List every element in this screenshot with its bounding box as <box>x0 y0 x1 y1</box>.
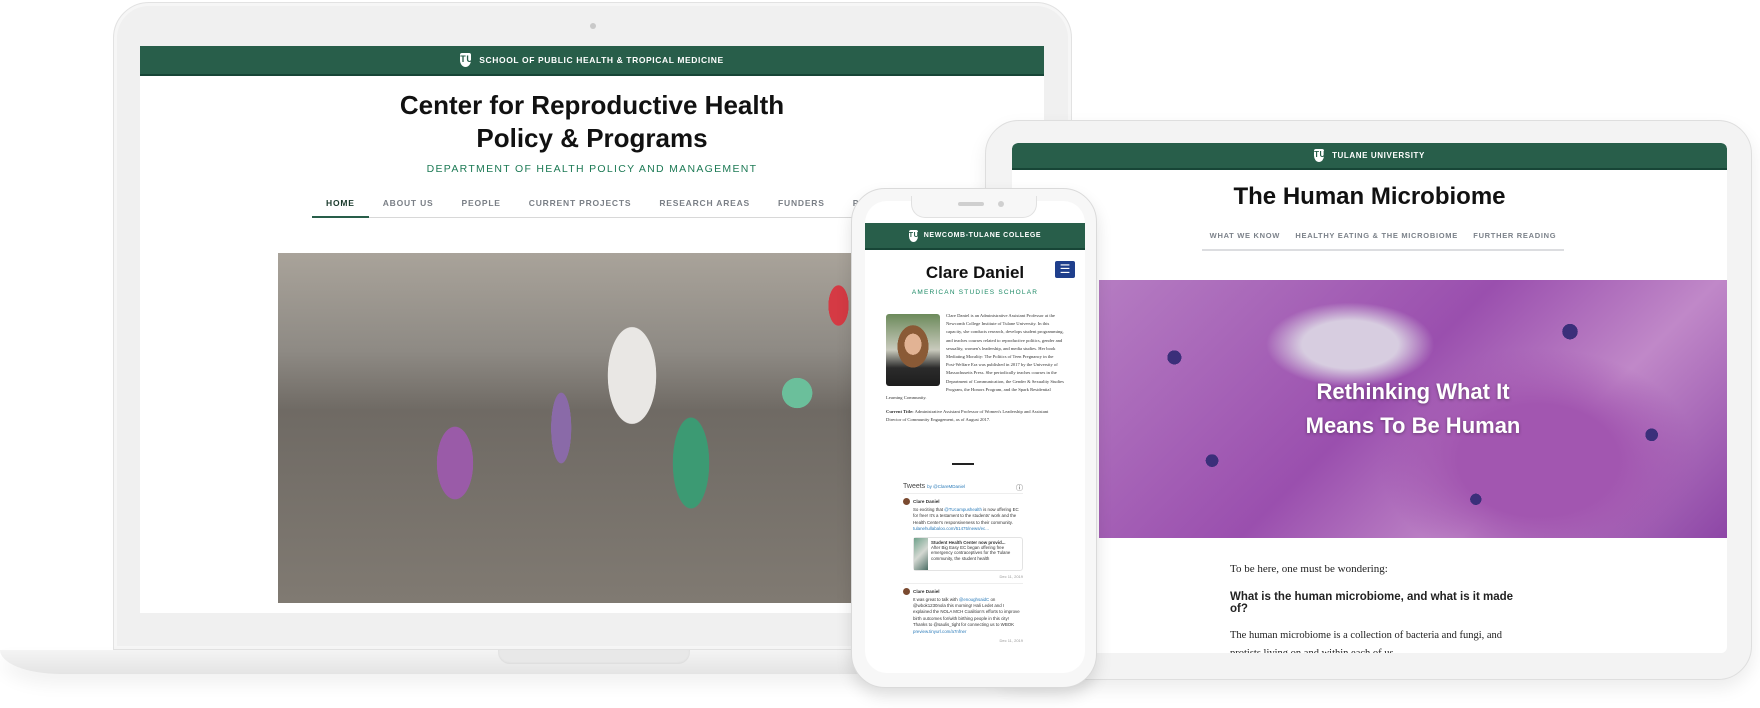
nav-about-us[interactable]: ABOUT US <box>368 198 448 218</box>
twitter-timeline: Tweets by @ClareMDaniel ⓘ Clare Daniel S… <box>903 483 1023 647</box>
current-title: Current Title: Administrative Assistant … <box>886 408 1064 424</box>
phone-site-topbar[interactable]: TU NEWCOMB-TULANE COLLEGE <box>865 223 1085 250</box>
page-title-line-1: Center for Reproductive Health <box>399 90 785 120</box>
phone-speaker <box>958 202 984 206</box>
nav-current-projects[interactable]: CURRENT PROJECTS <box>514 198 646 218</box>
college-name[interactable]: NEWCOMB-TULANE COLLEGE <box>924 232 1041 239</box>
nav-what-we-know[interactable]: WHAT WE KNOW <box>1210 231 1280 240</box>
tweet-text-part: It was great to talk with <box>913 596 959 602</box>
tweet-author: Clare Daniel <box>903 587 1023 595</box>
hero-heading-line-1: Rethinking What It <box>1316 379 1510 404</box>
answer-text: The human microbiome is a collection of … <box>1230 630 1503 653</box>
nav-home[interactable]: HOME <box>312 198 369 218</box>
tablet-screen: TU TULANE UNIVERSITY The Human Microbiom… <box>1012 143 1727 653</box>
page-title: Center for Reproductive Health Policy & … <box>140 89 1044 155</box>
page-title-line-2: Policy & Programs <box>476 123 708 153</box>
tweet-mention-link[interactable]: @TUcampushealth <box>944 507 982 512</box>
tweet-mention-link[interactable]: @enoughsaidC <box>959 597 989 602</box>
nav-further-reading[interactable]: FURTHER READING <box>1473 231 1556 240</box>
university-name[interactable]: TULANE UNIVERSITY <box>1332 151 1425 160</box>
laptop-site-topbar[interactable]: TU SCHOOL OF PUBLIC HEALTH & TROPICAL ME… <box>140 46 1044 76</box>
phone-screen: TU NEWCOMB-TULANE COLLEGE ☰ Clare Daniel… <box>865 201 1085 673</box>
info-icon[interactable]: ⓘ <box>1016 483 1023 493</box>
phone-notch <box>911 196 1037 218</box>
section-divider <box>952 463 974 465</box>
tweet-user-name: Clare Daniel <box>913 499 940 504</box>
profile-name: Clare Daniel <box>925 263 1025 282</box>
nav-research-areas[interactable]: RESEARCH AREAS <box>645 198 765 218</box>
tulane-shield-icon: TU <box>460 53 473 67</box>
profile-role: AMERICAN STUDIES SCHOLAR <box>911 289 1039 296</box>
tulane-shield-icon: TU <box>1314 149 1325 162</box>
article-body: To be here, one must be wondering: What … <box>1230 563 1530 653</box>
hero-heading-line-2: Means To Be Human <box>1305 413 1521 438</box>
current-title-label: Current Title: <box>886 409 914 415</box>
tulane-shield-icon: TU <box>908 229 919 242</box>
tweets-by-link[interactable]: by @ClareMDaniel <box>927 484 965 489</box>
nav-healthy-eating[interactable]: HEALTHY EATING & THE MICROBIOME <box>1295 231 1458 240</box>
laptop-camera <box>590 23 596 29</box>
tweet-text-part: So exciting that <box>913 507 945 512</box>
tweet-url-link[interactable]: tulanehullabaloo.com/51475/news/ec... <box>913 526 989 531</box>
question-heading: What is the human microbiome, and what i… <box>1230 591 1514 615</box>
department-subtitle: DEPARTMENT OF HEALTH POLICY AND MANAGEME… <box>426 163 758 175</box>
tweet-text: So exciting that @TUcampushealth is now … <box>913 507 1023 533</box>
microbiome-nav: WHAT WE KNOW HEALTHY EATING & THE MICROB… <box>1202 231 1564 251</box>
tablet-site-topbar[interactable]: TU TULANE UNIVERSITY <box>1012 143 1727 170</box>
intro-text: To be here, one must be wondering: <box>1230 563 1388 575</box>
tweet-user-name: Clare Daniel <box>913 588 940 594</box>
tweet-link-card[interactable]: Student Health Center now provid... Afte… <box>913 536 1023 571</box>
card-info: Student Health Center now provid... Afte… <box>928 538 1022 570</box>
card-text: After Big Easy EC began offering free em… <box>931 545 1011 561</box>
phone-camera <box>998 201 1004 207</box>
photo-spacer <box>886 312 946 389</box>
tweet-author: Clare Daniel <box>903 498 1023 505</box>
nav-people[interactable]: PEOPLE <box>447 198 515 218</box>
microbiome-title: The Human Microbiome <box>1233 183 1506 210</box>
laptop-opening-notch <box>498 650 690 664</box>
tweets-header: Tweets by @ClareMDaniel ⓘ <box>903 483 1023 493</box>
avatar <box>903 587 910 595</box>
hero-photo <box>278 253 868 603</box>
tweet-date[interactable]: Dec 11, 2019 <box>903 574 1024 579</box>
tweet-date[interactable]: Dec 11, 2019 <box>903 638 1024 643</box>
profile-bio: Clare Daniel is an Administrative Assist… <box>886 312 1064 425</box>
hero-heading: Rethinking What It Means To Be Human <box>1306 375 1521 443</box>
nav-funders[interactable]: FUNDERS <box>764 198 839 218</box>
microbiome-hero-image: Rethinking What It Means To Be Human <box>1099 280 1727 538</box>
school-name[interactable]: SCHOOL OF PUBLIC HEALTH & TROPICAL MEDIC… <box>479 55 723 65</box>
avatar <box>903 498 910 505</box>
tweets-title: Tweets <box>903 483 926 490</box>
card-thumbnail <box>914 537 929 570</box>
main-nav: HOME ABOUT US PEOPLE CURRENT PROJECTS RE… <box>312 198 940 218</box>
tweet-text: It was great to talk with @enoughsaidC o… <box>913 597 1023 635</box>
tweet[interactable]: Clare Daniel It was great to talk with @… <box>903 582 1024 647</box>
tweet-url-link[interactable]: preview.tinyurl.com/a7nfner <box>913 629 966 634</box>
tweet[interactable]: Clare Daniel So exciting that @TUcampush… <box>903 493 1023 583</box>
